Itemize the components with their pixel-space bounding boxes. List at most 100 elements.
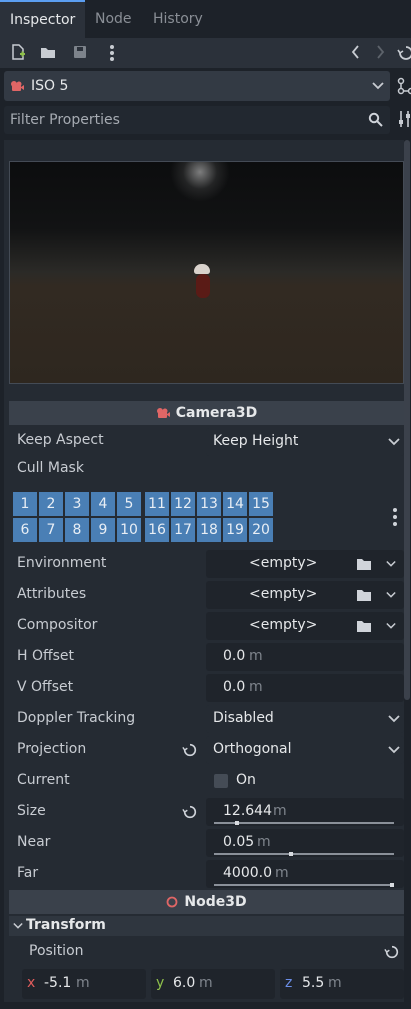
chevron-down-icon[interactable] <box>386 622 396 630</box>
tab-node[interactable]: Node <box>85 0 142 38</box>
object-history-icon[interactable] <box>397 44 411 62</box>
chevron-down-icon <box>388 438 400 446</box>
position-z-unit: m <box>328 975 342 991</box>
layer-15[interactable]: 15 <box>249 492 273 516</box>
node3d-icon <box>166 896 178 908</box>
doppler-label: Doppler Tracking <box>17 710 136 726</box>
preview-character-body <box>196 274 210 298</box>
history-back-icon[interactable] <box>347 44 365 62</box>
chevron-down-icon <box>388 715 400 723</box>
doppler-dropdown[interactable]: Disabled <box>206 705 404 733</box>
layer-20[interactable]: 20 <box>249 518 273 542</box>
chevron-down-icon <box>388 746 400 754</box>
current-label: Current <box>17 772 70 788</box>
environment-resource[interactable]: <empty> <box>206 550 404 578</box>
far-unit: m <box>275 865 289 881</box>
layer-16[interactable]: 16 <box>145 518 169 542</box>
tab-history[interactable]: History <box>143 0 213 38</box>
layer-5[interactable]: 5 <box>117 492 141 516</box>
layer-10[interactable]: 10 <box>117 518 141 542</box>
size-label: Size <box>17 803 46 819</box>
property-settings-icon[interactable] <box>397 110 411 128</box>
revert-icon[interactable] <box>384 944 400 960</box>
node-tree-icon[interactable] <box>397 77 411 95</box>
folder-icon[interactable] <box>356 588 372 602</box>
position-z-field[interactable]: z 5.5 m <box>280 969 404 999</box>
position-y-value: 6.0 <box>173 975 196 991</box>
h-offset-value: 0.0 <box>223 648 246 664</box>
camera3d-section-header: Camera3D <box>9 401 404 425</box>
node-selector[interactable]: ISO 5 <box>4 71 390 101</box>
open-folder-icon[interactable] <box>39 44 57 62</box>
size-slider-track[interactable] <box>214 821 394 825</box>
position-x-unit: m <box>76 975 90 991</box>
x-axis-label: x <box>27 975 36 991</box>
node3d-section-header: Node3D <box>9 890 404 914</box>
layer-18[interactable]: 18 <box>197 518 221 542</box>
layer-8[interactable]: 8 <box>65 518 89 542</box>
folder-icon[interactable] <box>356 619 372 633</box>
new-resource-icon[interactable] <box>9 44 27 62</box>
layer-6[interactable]: 6 <box>13 518 37 542</box>
size-slider-grabber[interactable] <box>235 821 239 825</box>
inspector-toolbar <box>0 38 411 68</box>
far-slider-track[interactable] <box>214 883 394 887</box>
layer-9[interactable]: 9 <box>91 518 115 542</box>
history-forward-icon[interactable] <box>371 44 389 62</box>
transform-group[interactable]: Transform <box>9 916 404 936</box>
layer-12[interactable]: 12 <box>171 492 195 516</box>
node3d-header-label: Node3D <box>184 894 247 910</box>
tab-inspector[interactable]: Inspector <box>0 0 86 38</box>
z-axis-label: z <box>285 975 293 991</box>
layer-19[interactable]: 19 <box>223 518 247 542</box>
far-slider-grabber[interactable] <box>390 883 394 887</box>
revert-icon[interactable] <box>182 742 198 758</box>
near-slider-track[interactable] <box>214 852 394 856</box>
near-unit: m <box>257 834 271 850</box>
chevron-down-icon <box>13 922 23 929</box>
layer-11[interactable]: 11 <box>145 492 169 516</box>
filter-properties-input[interactable]: Filter Properties <box>4 106 390 134</box>
node-name: ISO 5 <box>31 78 69 94</box>
attributes-value: <empty> <box>249 586 318 602</box>
v-offset-field[interactable]: 0.0 m <box>206 674 404 702</box>
layer-1[interactable]: 1 <box>13 492 37 516</box>
projection-dropdown[interactable]: Orthogonal <box>206 736 404 764</box>
layer-14[interactable]: 14 <box>223 492 247 516</box>
current-value: On <box>236 772 256 788</box>
layer-2[interactable]: 2 <box>39 492 63 516</box>
environment-label: Environment <box>17 555 107 571</box>
folder-icon[interactable] <box>356 557 372 571</box>
v-offset-value: 0.0 <box>223 679 246 695</box>
layer-3[interactable]: 3 <box>65 492 89 516</box>
position-y-field[interactable]: y 6.0 m <box>151 969 275 999</box>
compositor-resource[interactable]: <empty> <box>206 612 404 640</box>
camera3d-header-label: Camera3D <box>175 405 258 421</box>
inspector-scrollbar[interactable] <box>404 140 410 700</box>
projection-label: Projection <box>17 741 87 757</box>
cull-mask-menu-icon[interactable] <box>390 507 400 527</box>
layer-7[interactable]: 7 <box>39 518 63 542</box>
revert-icon[interactable] <box>182 804 198 820</box>
position-x-field[interactable]: x -5.1 m <box>22 969 146 999</box>
position-label: Position <box>29 943 84 959</box>
layer-17[interactable]: 17 <box>171 518 195 542</box>
chevron-down-icon[interactable] <box>386 591 396 599</box>
chevron-down-icon[interactable] <box>386 560 396 568</box>
near-slider-grabber[interactable] <box>289 852 293 856</box>
chevron-down-icon <box>372 82 384 90</box>
more-options-icon[interactable] <box>103 44 121 62</box>
keep-aspect-value: Keep Height <box>213 433 299 449</box>
keep-aspect-dropdown[interactable]: Keep Height <box>206 428 404 456</box>
save-icon[interactable] <box>71 44 89 62</box>
attributes-label: Attributes <box>17 586 87 602</box>
h-offset-field[interactable]: 0.0 m <box>206 643 404 671</box>
projection-value: Orthogonal <box>213 741 292 757</box>
transform-label: Transform <box>26 917 106 933</box>
layer-4[interactable]: 4 <box>91 492 115 516</box>
layer-13[interactable]: 13 <box>197 492 221 516</box>
current-checkbox[interactable] <box>214 774 228 788</box>
attributes-resource[interactable]: <empty> <box>206 581 404 609</box>
size-unit: m <box>273 803 287 819</box>
near-value: 0.05 <box>223 834 255 850</box>
